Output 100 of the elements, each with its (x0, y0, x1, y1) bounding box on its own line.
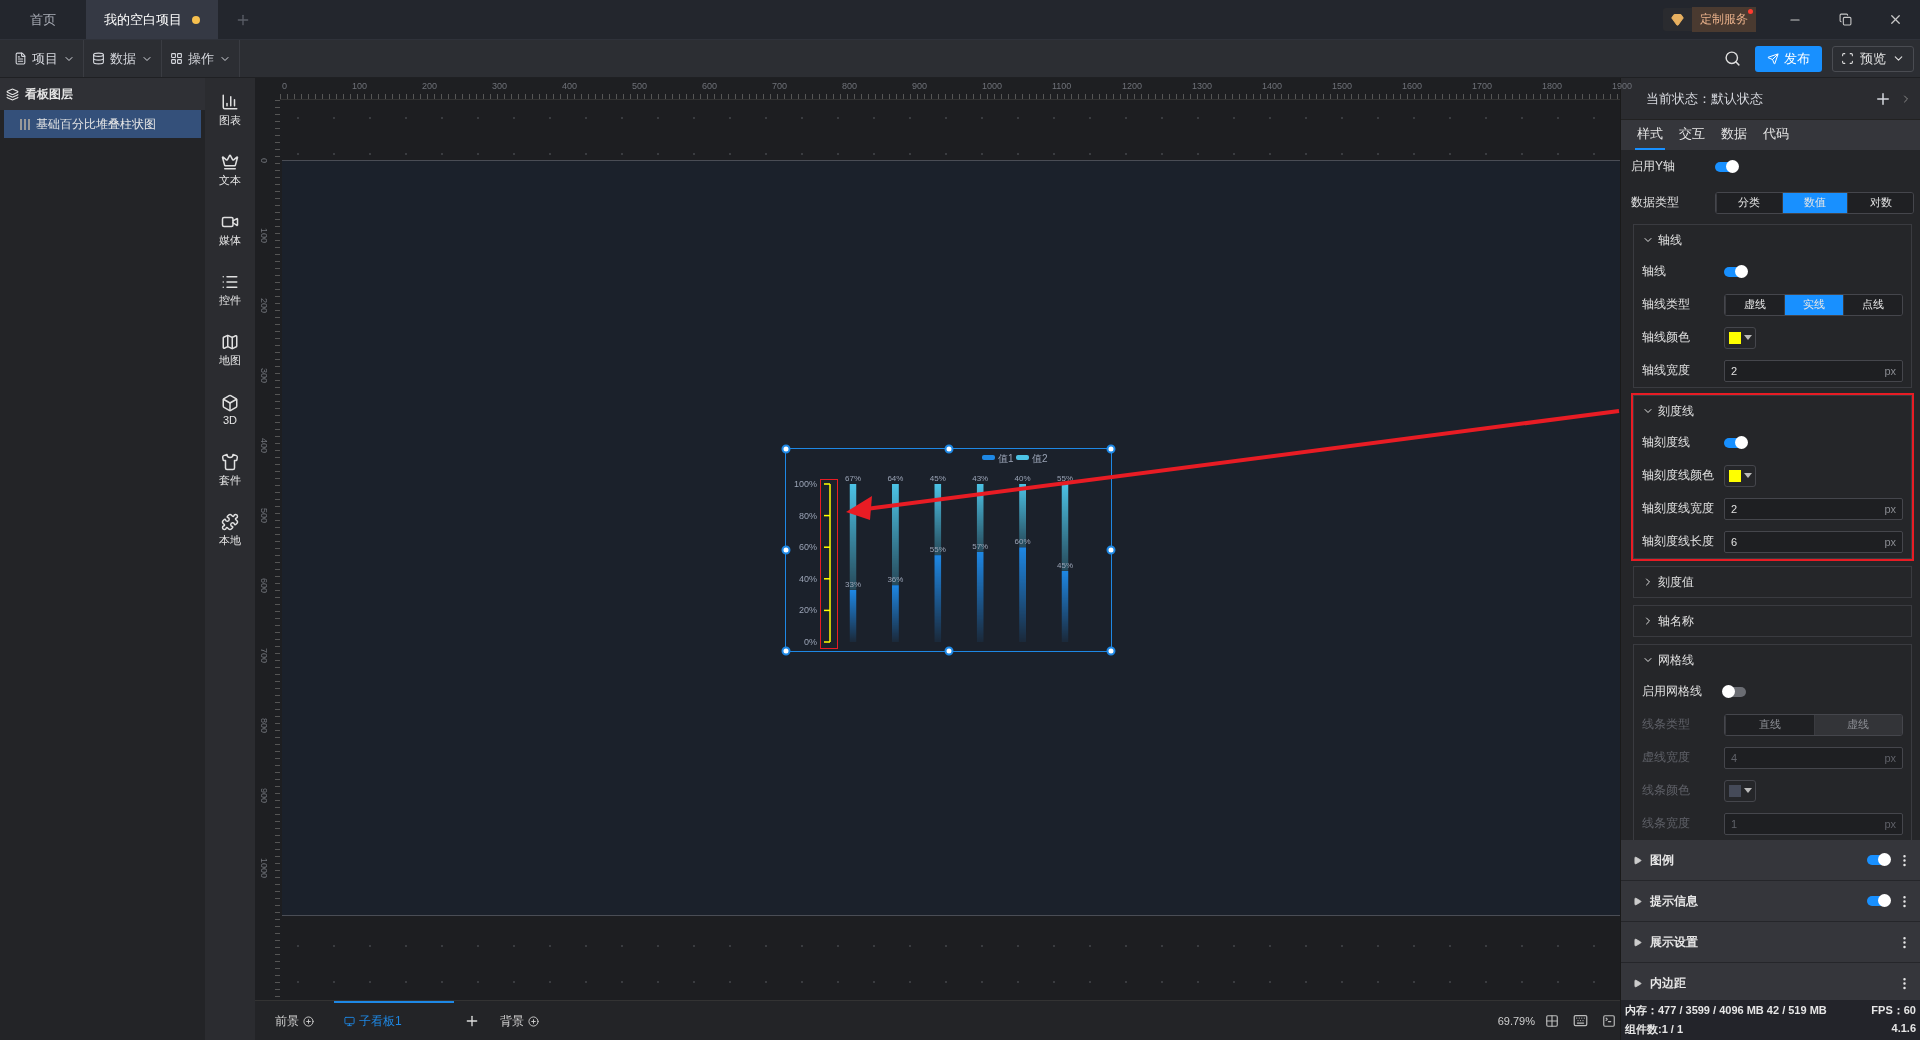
field-label: 轴刻度线宽度 (1642, 500, 1715, 517)
field-label: 轴线颜色 (1642, 329, 1691, 346)
toggle-switch[interactable] (1724, 437, 1746, 448)
play-icon (1633, 855, 1642, 865)
number-input[interactable]: 2 (1731, 502, 1885, 515)
axis-label: 0% (804, 637, 817, 647)
menu-button[interactable]: 项目 (6, 40, 84, 77)
resize-handle[interactable] (1106, 545, 1116, 555)
ruler-label: 900 (912, 81, 928, 91)
color-picker[interactable] (1724, 326, 1756, 349)
number-field[interactable]: 6 px (1724, 530, 1903, 553)
diamond-icon (1671, 13, 1684, 26)
section-header[interactable]: 网格线 (1642, 645, 1903, 675)
resize-handle[interactable] (781, 444, 791, 454)
field-label: 线条类型 (1642, 716, 1691, 733)
group-header[interactable]: 图例 (1621, 840, 1920, 881)
tab[interactable]: 我的空白项目 (86, 0, 218, 39)
panel-tab[interactable]: 交互 (1677, 120, 1707, 150)
component-button[interactable]: 文本 (208, 148, 252, 192)
number-field[interactable]: 2 px (1724, 359, 1903, 382)
toggle-switch[interactable] (1867, 855, 1889, 865)
toggle-switch[interactable] (1867, 896, 1889, 906)
resize-handle[interactable] (781, 646, 791, 656)
keyboard-icon[interactable] (1573, 1013, 1588, 1028)
data-label: 60% (1014, 537, 1031, 547)
add-icon[interactable] (528, 1016, 539, 1027)
ruler-label: 0 (282, 81, 287, 91)
ruler-label: 1000 (982, 81, 1003, 91)
ruler-label: 400 (259, 438, 269, 454)
data-label: 67% (845, 474, 861, 483)
component-button[interactable]: 地图 (208, 328, 252, 372)
component-button[interactable]: 3D (208, 388, 252, 432)
ruler-label: 500 (259, 508, 269, 524)
group-header[interactable]: 内边距 (1621, 963, 1920, 1000)
data-label: 36% (887, 575, 904, 585)
axis-label: 20% (799, 605, 817, 616)
segment-option[interactable]: 虚线 (1725, 294, 1784, 315)
map-icon (221, 332, 239, 351)
segmented-control[interactable]: 虚线 实线 点线 (1724, 293, 1903, 316)
segment-option[interactable]: 点线 (1843, 294, 1902, 315)
data-label: 33% (845, 579, 861, 589)
color-picker[interactable] (1724, 779, 1756, 802)
segment-option[interactable]: 对数 (1847, 192, 1913, 213)
board-tab[interactable]: 背景 (490, 1001, 549, 1040)
number-field[interactable]: 2 px (1724, 497, 1903, 520)
menu-button[interactable]: 数据 (84, 40, 162, 77)
component-button[interactable]: 控件 (208, 268, 252, 312)
panel-tab[interactable]: 代码 (1761, 120, 1791, 150)
component-button[interactable]: 本地 (208, 508, 252, 552)
component-button[interactable]: 媒体 (208, 208, 252, 252)
layer-item[interactable]: 基础百分比堆叠柱状图 (4, 110, 201, 138)
segment-option[interactable]: 分类 (1716, 192, 1782, 213)
ruler-label: 800 (259, 718, 269, 734)
resize-handle[interactable] (1106, 646, 1116, 656)
restore-icon[interactable] (1838, 13, 1852, 26)
data-label: 45% (1057, 560, 1073, 570)
field-label: 启用Y轴 (1631, 158, 1676, 175)
data-label: 43% (972, 474, 989, 483)
menu-button[interactable]: 操作 (162, 40, 240, 77)
custom-service-button[interactable]: 定制服务 (1692, 7, 1756, 32)
color-picker[interactable] (1724, 464, 1756, 487)
toggle-switch[interactable] (1724, 266, 1746, 277)
segmented-control[interactable]: 分类 数值 对数 (1715, 191, 1914, 214)
search-icon[interactable] (1724, 50, 1741, 67)
field-label: 轴刻度线 (1642, 434, 1691, 451)
toggle-switch[interactable] (1724, 686, 1746, 697)
group-header[interactable]: 展示设置 (1621, 922, 1920, 963)
preview-button[interactable]: 预览 (1832, 45, 1914, 72)
resize-handle[interactable] (781, 545, 791, 555)
board-tab[interactable]: 前景 (265, 1001, 324, 1040)
board-tab[interactable]: 子看板1 (334, 1001, 454, 1040)
ruler-label: 600 (702, 81, 718, 91)
number-input[interactable]: 2 (1731, 364, 1885, 377)
fullscreen-icon (1841, 52, 1854, 65)
resize-handle[interactable] (1106, 444, 1116, 454)
add-icon[interactable] (303, 1016, 314, 1027)
resize-handle[interactable] (944, 646, 953, 656)
play-icon (1633, 937, 1642, 947)
legend-label: 值1 (998, 453, 1014, 464)
section-header[interactable]: 轴线 (1642, 225, 1903, 255)
panel-tab[interactable]: 数据 (1719, 120, 1749, 150)
fit-icon[interactable] (1545, 1013, 1559, 1028)
terminal-icon[interactable] (1602, 1013, 1616, 1028)
send-icon (1767, 52, 1779, 65)
tab[interactable]: 首页 (0, 0, 86, 39)
cube-icon (221, 394, 239, 412)
unit-label: px (1884, 364, 1896, 377)
resize-handle[interactable] (944, 444, 953, 454)
toggle-switch[interactable] (1715, 161, 1737, 172)
number-input[interactable]: 6 (1731, 535, 1885, 548)
component-button[interactable]: 套件 (208, 448, 252, 492)
group-header[interactable]: 提示信息 (1621, 881, 1920, 922)
ruler-label: 1600 (1402, 81, 1423, 91)
layers-icon (6, 87, 19, 101)
ruler-label: 1400 (1262, 81, 1283, 91)
component-button[interactable]: 图表 (208, 88, 252, 132)
section-header[interactable]: 刻度线 (1642, 396, 1903, 426)
monitor-icon (344, 1016, 355, 1027)
ruler-label: 1900 (1612, 81, 1633, 91)
data-label: 55% (929, 545, 946, 555)
